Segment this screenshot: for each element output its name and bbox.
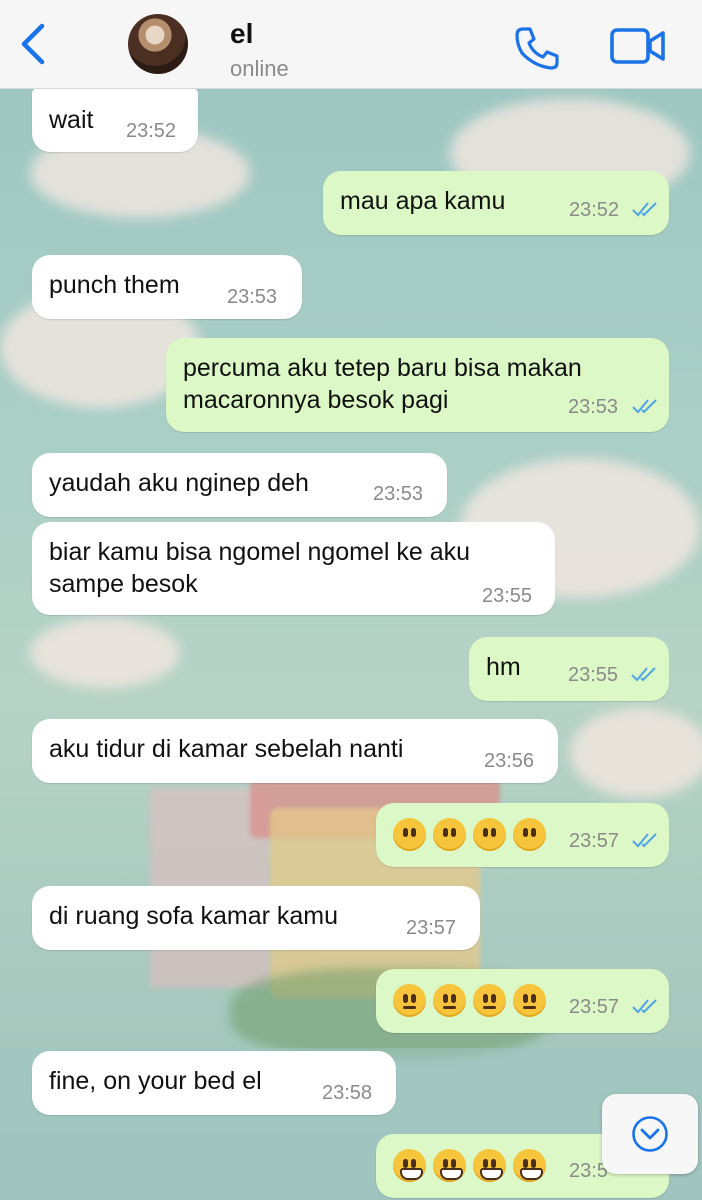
face-without-mouth-icon (473, 817, 506, 851)
chevron-left-icon[interactable] (18, 22, 48, 66)
grinning-face-icon (513, 1148, 546, 1182)
message-bubble-outgoing[interactable]: percuma aku tetep baru bisa makan macaro… (166, 338, 669, 432)
wallpaper-cloud (30, 618, 180, 688)
avatar[interactable] (128, 14, 188, 74)
message-time: 23:55 (568, 664, 619, 686)
message-text: fine, on your bed el (49, 1067, 262, 1095)
face-without-mouth-icon (433, 817, 466, 851)
neutral-face-icon (433, 983, 466, 1017)
neutral-face-icon (513, 983, 546, 1017)
phone-icon[interactable] (514, 26, 560, 70)
read-receipt-icon (632, 399, 657, 414)
emoji-row (393, 983, 553, 1017)
message-time: 23:56 (484, 750, 535, 772)
message-time: 23:53 (373, 483, 424, 505)
grinning-face-icon (473, 1148, 506, 1182)
message-bubble-incoming[interactable]: wait 23:52 (32, 88, 198, 152)
message-bubble-outgoing[interactable]: hm 23:55 (469, 637, 669, 701)
grinning-face-icon (393, 1148, 426, 1182)
message-time: 23:55 (482, 585, 533, 607)
message-text-line: biar kamu bisa ngomel ngomel ke aku (49, 538, 471, 566)
neutral-face-icon (393, 983, 426, 1017)
message-text: yaudah aku nginep deh (49, 469, 309, 497)
message-text-line: sampe besok (49, 570, 198, 598)
message-bubble-incoming[interactable]: punch them 23:53 (32, 255, 302, 319)
message-text: hm (486, 653, 521, 681)
message-text: aku tidur di kamar sebelah nanti (49, 735, 404, 763)
neutral-face-icon (473, 983, 506, 1017)
message-time: 23:57 (569, 830, 620, 852)
video-camera-icon[interactable] (610, 26, 666, 66)
message-bubble-outgoing[interactable]: 23:57 (376, 969, 669, 1033)
message-text: mau apa kamu (340, 187, 506, 215)
message-text: punch them (49, 271, 180, 299)
message-bubble-incoming[interactable]: fine, on your bed el 23:58 (32, 1051, 396, 1115)
message-time: 23:53 (568, 396, 619, 418)
message-time: 23:52 (126, 120, 177, 142)
message-bubble-outgoing[interactable]: mau apa kamu 23:52 (323, 171, 669, 235)
message-bubble-incoming[interactable]: biar kamu bisa ngomel ngomel ke aku samp… (32, 522, 555, 615)
message-text-line: macaronnya besok pagi (183, 386, 449, 414)
message-time: 23:57 (406, 917, 457, 939)
read-receipt-icon (632, 999, 657, 1014)
message-bubble-incoming[interactable]: di ruang sofa kamar kamu 23:57 (32, 886, 480, 950)
message-bubble-outgoing[interactable]: 23:57 (376, 803, 669, 867)
message-time: 23:57 (569, 996, 620, 1018)
read-receipt-icon (632, 833, 657, 848)
face-without-mouth-icon (393, 817, 426, 851)
message-text: wait (49, 106, 94, 134)
message-text: di ruang sofa kamar kamu (49, 902, 339, 930)
chevron-down-circle-icon (632, 1116, 668, 1152)
chat-header: el online (0, 0, 702, 89)
emoji-row (393, 817, 553, 851)
message-time: 23:53 (227, 286, 278, 308)
grinning-face-icon (433, 1148, 466, 1182)
message-time: 23:52 (569, 199, 620, 221)
scroll-to-bottom-button[interactable] (602, 1094, 698, 1174)
face-without-mouth-icon (513, 817, 546, 851)
message-bubble-incoming[interactable]: aku tidur di kamar sebelah nanti 23:56 (32, 719, 558, 783)
contact-name[interactable]: el (230, 18, 253, 50)
read-receipt-icon (632, 202, 657, 217)
wallpaper-cloud (570, 708, 702, 798)
message-bubble-incoming[interactable]: yaudah aku nginep deh 23:53 (32, 453, 447, 517)
read-receipt-icon (631, 667, 656, 682)
emoji-row (393, 1148, 553, 1182)
message-time: 23:58 (322, 1082, 373, 1104)
contact-status: online (230, 56, 289, 81)
message-text-line: percuma aku tetep baru bisa makan (183, 354, 582, 382)
